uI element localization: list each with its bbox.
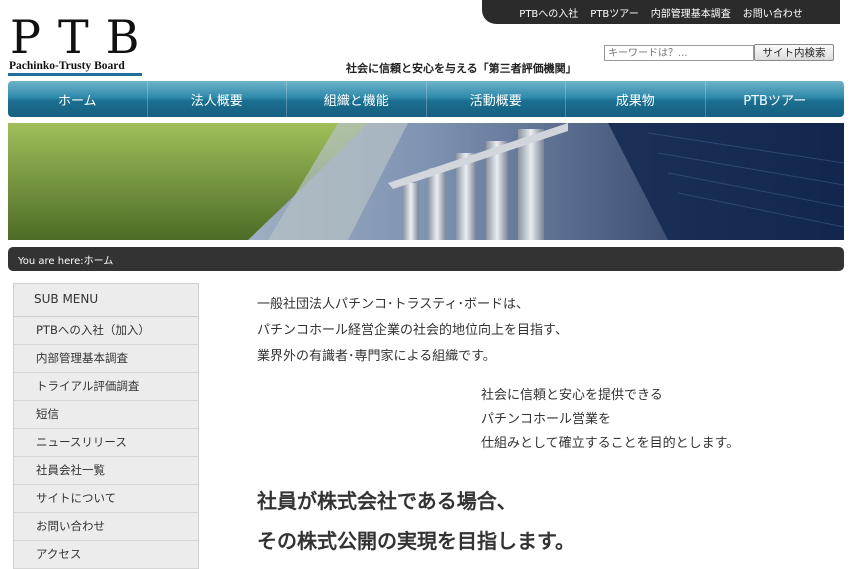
site-tagline: 社会に信頼と安心を与える「第三者評価機関」: [346, 62, 577, 75]
top-link-contact[interactable]: お問い合わせ: [743, 5, 803, 20]
nav-organization[interactable]: 組織と機能: [287, 81, 427, 117]
top-link-join[interactable]: PTBへの入社: [519, 5, 578, 20]
sub-menu-item-internal-survey[interactable]: 内部管理基本調査: [14, 345, 198, 373]
sub-menu-item-about-site[interactable]: サイトについて: [14, 485, 198, 513]
intro-line: パチンコホール経営企業の社会的地位向上を目指す、: [257, 323, 568, 338]
search-input[interactable]: [604, 45, 754, 61]
nav-ptb-tour[interactable]: PTBツアー: [706, 81, 845, 117]
nav-home[interactable]: ホーム: [8, 81, 148, 117]
sub-menu-item-news-release[interactable]: ニュースリリース: [14, 429, 198, 457]
breadcrumb: You are here:ホーム: [8, 247, 844, 271]
mission-text: 社会に信頼と安心を提供できる パチンコホール営業を 仕組みとして確立することを目…: [481, 384, 739, 456]
search-button[interactable]: サイト内検索: [754, 44, 834, 61]
goal-line: 社員が株式会社である場合、: [257, 489, 517, 513]
goal-line: その株式公開の実現を目指します。: [257, 529, 575, 553]
nav-activities[interactable]: 活動概要: [427, 81, 566, 117]
sub-menu-item-news-brief[interactable]: 短信: [14, 401, 198, 429]
top-link-internal-survey[interactable]: 内部管理基本調査: [651, 5, 731, 20]
intro-line: 一般社団法人パチンコ･トラスティ･ボードは、: [257, 297, 529, 312]
top-utility-bar: PTBへの入社 PTBツアー 内部管理基本調査 お問い合わせ: [482, 0, 840, 24]
mission-line: 仕組みとして確立することを目的とします。: [481, 436, 740, 451]
sub-menu-item-trial-survey[interactable]: トライアル評価調査: [14, 373, 198, 401]
intro-text: 一般社団法人パチンコ･トラスティ･ボードは、 パチンコホール経営企業の社会的地位…: [257, 292, 568, 370]
mission-line: 社会に信頼と安心を提供できる: [481, 388, 663, 403]
nav-about[interactable]: 法人概要: [148, 81, 287, 117]
main-nav: ホーム 法人概要 組織と機能 活動概要 成果物 PTBツアー: [8, 81, 844, 117]
sub-menu-item-access[interactable]: アクセス: [14, 541, 198, 569]
sub-menu-item-member-companies[interactable]: 社員会社一覧: [14, 457, 198, 485]
logo-underline: [8, 73, 142, 76]
sub-menu-item-contact[interactable]: お問い合わせ: [14, 513, 198, 541]
banner-graphic: [8, 123, 844, 240]
sub-menu: SUB MENU PTBへの入社（加入） 内部管理基本調査 トライアル評価調査 …: [13, 283, 199, 569]
goal-heading: 社員が株式会社である場合、 その株式公開の実現を目指します。: [257, 481, 575, 561]
sub-menu-title: SUB MENU: [14, 284, 198, 317]
nav-results[interactable]: 成果物: [566, 81, 706, 117]
header-banner-image: [8, 123, 844, 240]
sub-menu-item-join[interactable]: PTBへの入社（加入）: [14, 317, 198, 345]
mission-line: パチンコホール営業を: [481, 412, 612, 427]
top-link-tour[interactable]: PTBツアー: [590, 5, 638, 20]
site-logo[interactable]: PTB Pachinko-Trusty Board: [8, 14, 148, 80]
logo-text: PTB: [10, 10, 157, 64]
intro-line: 業界外の有識者･専門家による組織です。: [257, 349, 496, 364]
